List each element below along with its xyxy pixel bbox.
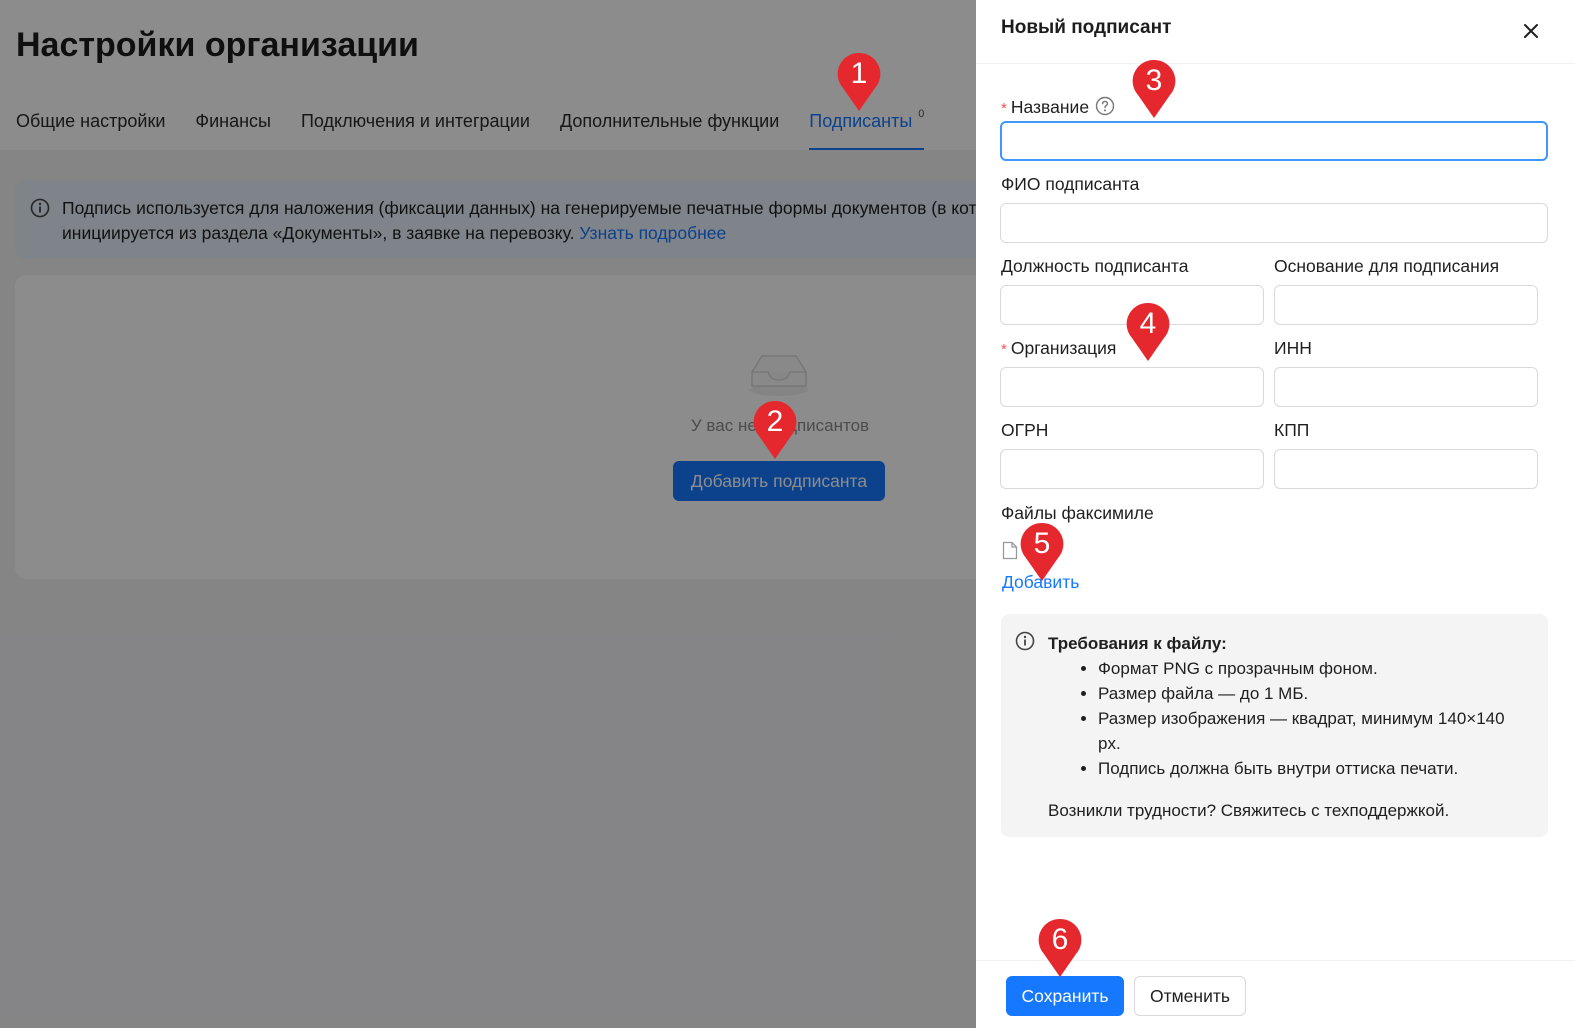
ogrn-input[interactable] — [1000, 449, 1264, 489]
drawer-header: Новый подписант — [976, 0, 1575, 64]
file-icon — [1002, 541, 1018, 560]
step-marker-4: 4 — [1126, 302, 1170, 362]
position-label: Должность подписанта — [1001, 256, 1189, 276]
name-label-text: Название — [1010, 97, 1090, 117]
file-requirements-box: Требования к файлу: Формат PNG с прозрач… — [1001, 614, 1548, 837]
requirement-item: Подпись должна быть внутри оттиска печат… — [1098, 756, 1528, 781]
required-mark: * — [1001, 100, 1007, 117]
close-button[interactable] — [1516, 16, 1546, 46]
requirement-item: Размер файла — до 1 МБ. — [1098, 681, 1528, 706]
help-icon[interactable] — [1095, 96, 1115, 116]
step-marker-3: 3 — [1132, 59, 1176, 119]
requirement-item: Формат PNG с прозрачным фоном. — [1098, 656, 1528, 681]
save-button[interactable]: Сохранить — [1006, 976, 1124, 1016]
inn-label: ИНН — [1274, 338, 1312, 358]
drawer-title: Новый подписант — [1001, 17, 1172, 38]
step-number: 3 — [1145, 64, 1163, 97]
facsimile-files-label: Файлы факсимиле — [1001, 503, 1154, 523]
step-marker-2: 2 — [753, 400, 797, 460]
requirements-title: Требования к файлу: — [1048, 634, 1227, 653]
support-text: Возникли трудности? Свяжитесь с техподде… — [1048, 801, 1450, 820]
step-number: 5 — [1033, 527, 1051, 560]
step-marker-5: 5 — [1020, 522, 1064, 582]
basis-input[interactable] — [1274, 285, 1538, 325]
fio-label: ФИО подписанта — [1001, 174, 1140, 194]
fio-input[interactable] — [1000, 203, 1548, 243]
required-mark: * — [1001, 341, 1007, 358]
close-icon — [1524, 24, 1538, 38]
inn-input[interactable] — [1274, 367, 1538, 407]
name-input[interactable] — [1000, 121, 1548, 161]
info-icon — [1015, 631, 1035, 651]
cancel-button[interactable]: Отменить — [1134, 976, 1246, 1016]
basis-label: Основание для подписания — [1274, 256, 1500, 276]
organization-label: * Организация — [1001, 338, 1116, 359]
step-number: 6 — [1051, 923, 1069, 956]
requirements-list: Формат PNG с прозрачным фоном. Размер фа… — [1048, 656, 1528, 781]
step-number: 2 — [766, 405, 784, 438]
requirement-item: Размер изображения — квадрат, минимум 14… — [1098, 706, 1528, 756]
kpp-input[interactable] — [1274, 449, 1538, 489]
name-label: * Название — [1001, 96, 1115, 118]
organization-input[interactable] — [1000, 367, 1264, 407]
step-marker-6: 6 — [1038, 918, 1082, 978]
organization-label-text: Организация — [1010, 338, 1117, 358]
kpp-label: КПП — [1274, 420, 1310, 440]
ogrn-label: ОГРН — [1001, 420, 1049, 440]
step-marker-1: 1 — [837, 52, 881, 112]
step-number: 4 — [1139, 307, 1157, 340]
step-number: 1 — [850, 57, 868, 90]
